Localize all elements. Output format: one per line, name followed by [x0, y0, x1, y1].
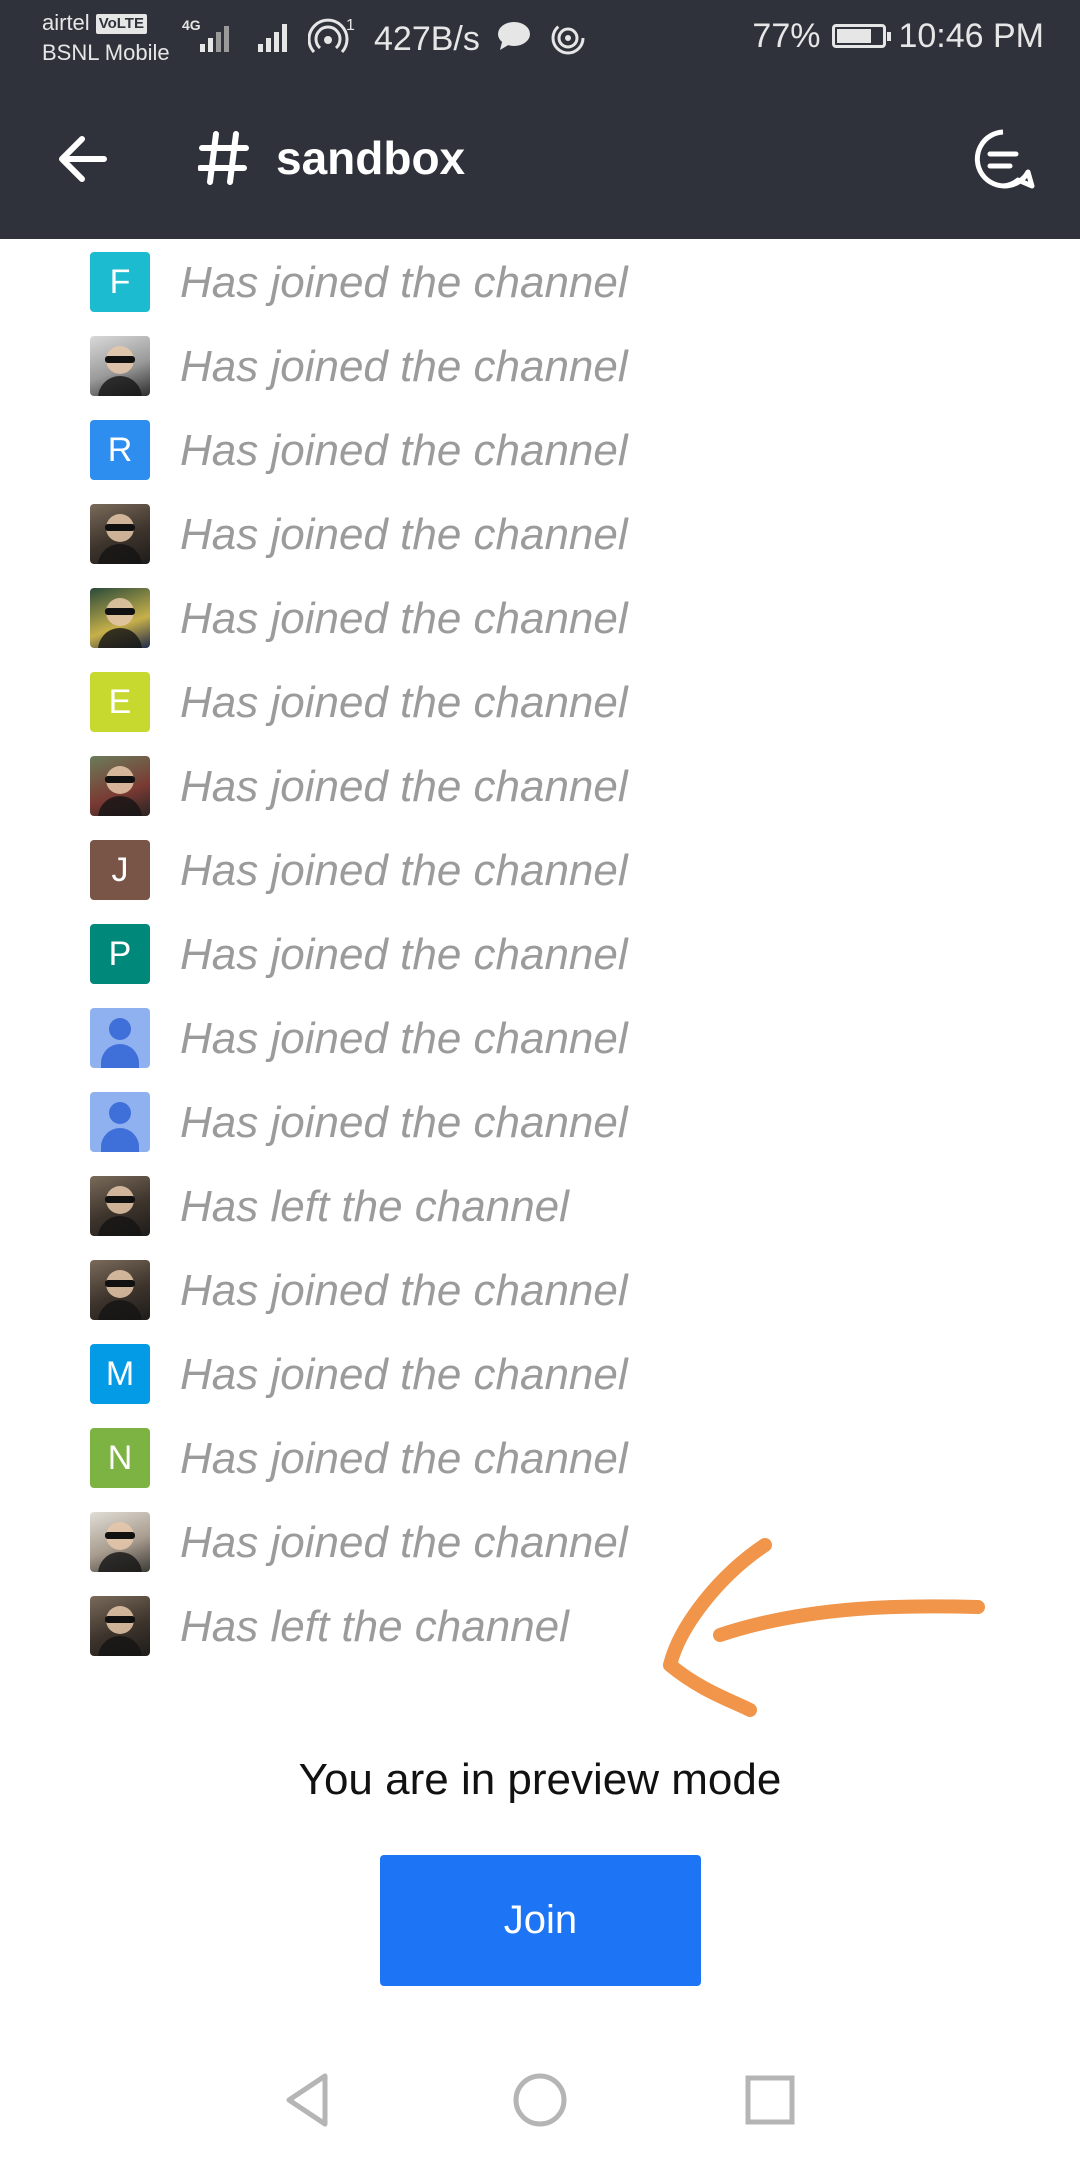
system-message-text: Has joined the channel: [180, 930, 628, 979]
battery-percent: 77%: [752, 17, 821, 55]
hand-drawn-arrow-icon: [663, 1538, 985, 1717]
photo-avatar[interactable]: [90, 1512, 150, 1572]
volte-badge: VoLTE: [95, 14, 147, 34]
avatar[interactable]: R: [90, 420, 150, 480]
photo-avatar[interactable]: [90, 1596, 150, 1656]
message-row[interactable]: P Has joined the channel: [0, 911, 1080, 995]
photo-avatar[interactable]: [90, 1260, 150, 1320]
app-bar: sandbox: [0, 78, 1080, 239]
message-row[interactable]: Has joined the channel: [0, 743, 1080, 827]
message-row[interactable]: Has joined the channel: [0, 491, 1080, 575]
message-row[interactable]: J Has joined the channel: [0, 827, 1080, 911]
message-row[interactable]: Has joined the channel: [0, 575, 1080, 659]
avatar[interactable]: F: [90, 252, 150, 312]
photo-avatar[interactable]: [90, 1176, 150, 1236]
message-row[interactable]: F Has joined the channel: [0, 239, 1080, 323]
message-row[interactable]: E Has joined the channel: [0, 659, 1080, 743]
status-right: 77% 10:46 PM: [752, 14, 1044, 58]
default-user-avatar-icon[interactable]: [90, 1008, 150, 1068]
system-message-text: Has joined the channel: [180, 678, 628, 727]
channel-name[interactable]: sandbox: [276, 128, 465, 188]
status-bar: airtel VoLTE BSNL Mobile 4G 1 427B/s 77%…: [0, 0, 1080, 78]
photo-avatar[interactable]: [90, 336, 150, 396]
avatar[interactable]: N: [90, 1428, 150, 1488]
message-row[interactable]: R Has joined the channel: [0, 407, 1080, 491]
system-message-text: Has joined the channel: [180, 1098, 628, 1147]
photo-avatar[interactable]: [90, 588, 150, 648]
system-message-text: Has joined the channel: [180, 258, 628, 307]
svg-text:1: 1: [346, 17, 355, 34]
status-icons: 4G 1 427B/s: [182, 14, 588, 63]
threads-button[interactable]: [968, 124, 1038, 194]
hash-icon: [197, 130, 250, 186]
hotspot-icon: 1: [307, 14, 360, 63]
system-message-text: Has left the channel: [180, 1182, 569, 1231]
square-recents-icon: [745, 2075, 795, 2125]
system-message-text: Has joined the channel: [180, 510, 628, 559]
triangle-back-icon: [286, 2073, 328, 2127]
photo-avatar[interactable]: [90, 756, 150, 816]
nav-back-button[interactable]: [277, 2068, 341, 2132]
nav-home-button[interactable]: [508, 2068, 572, 2132]
avatar[interactable]: P: [90, 924, 150, 984]
battery-icon: [832, 24, 892, 48]
message-row[interactable]: Has left the channel: [0, 1163, 1080, 1247]
arrow-left-icon: [59, 136, 107, 182]
carrier-secondary: BSNL Mobile: [42, 40, 170, 65]
message-list[interactable]: F Has joined the channel Has joined the ch…: [0, 239, 1080, 1667]
message-notification-icon: [494, 14, 534, 63]
clock: 10:46 PM: [898, 17, 1044, 55]
preview-mode-message: You are in preview mode: [298, 1755, 782, 1804]
system-message-text: Has joined the channel: [180, 426, 628, 475]
message-row[interactable]: N Has joined the channel: [0, 1415, 1080, 1499]
message-row[interactable]: Has joined the channel: [0, 1079, 1080, 1163]
message-row[interactable]: Has joined the channel: [0, 323, 1080, 407]
signal-4g-icon: 4G: [182, 14, 240, 63]
carrier-info: airtel VoLTE BSNL Mobile: [42, 8, 170, 68]
back-button[interactable]: [50, 124, 120, 194]
system-message-text: Has joined the channel: [180, 342, 628, 391]
system-message-text: Has joined the channel: [180, 762, 628, 811]
signal-bars-icon: [254, 14, 294, 63]
system-message-text: Has joined the channel: [180, 1518, 628, 1567]
system-message-text: Has joined the channel: [180, 1350, 628, 1399]
carrier-primary: airtel: [42, 10, 90, 35]
system-message-text: Has joined the channel: [180, 846, 628, 895]
system-message-text: Has joined the channel: [180, 1434, 628, 1483]
system-message-text: Has joined the channel: [180, 594, 628, 643]
system-message-text: Has joined the channel: [180, 1266, 628, 1315]
wifi-signal-icon: [548, 14, 588, 63]
message-row[interactable]: Has joined the channel: [0, 1247, 1080, 1331]
default-user-avatar-icon[interactable]: [90, 1092, 150, 1152]
network-speed: 427B/s: [374, 19, 480, 58]
system-message-text: Has joined the channel: [180, 1014, 628, 1063]
avatar[interactable]: E: [90, 672, 150, 732]
photo-avatar[interactable]: [90, 504, 150, 564]
navigation-bar: [0, 2040, 1080, 2160]
join-button[interactable]: Join: [380, 1855, 701, 1986]
circle-home-icon: [513, 2073, 567, 2127]
nav-recents-button[interactable]: [738, 2068, 802, 2132]
message-row[interactable]: Has joined the channel: [0, 995, 1080, 1079]
avatar[interactable]: J: [90, 840, 150, 900]
message-row[interactable]: M Has joined the channel: [0, 1331, 1080, 1415]
svg-text:4G: 4G: [182, 17, 201, 33]
system-message-text: Has left the channel: [180, 1602, 569, 1651]
avatar[interactable]: M: [90, 1344, 150, 1404]
threads-icon: [974, 129, 1035, 189]
